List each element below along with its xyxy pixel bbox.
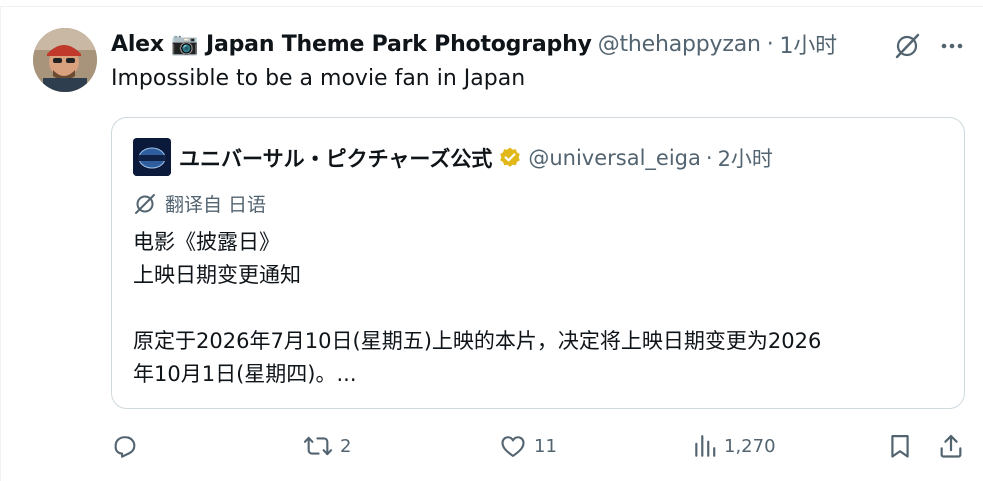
timeline-divider — [0, 6, 983, 7]
quote-line — [133, 292, 953, 325]
author-name[interactable]: Alex 📷 Japan Theme Park Photography — [111, 32, 592, 57]
tweet-text: Impossible to be a movie fan in Japan — [111, 66, 526, 91]
avatar[interactable] — [33, 28, 97, 92]
verified-badge-icon — [500, 147, 521, 167]
reply-icon — [114, 436, 136, 458]
more-icon[interactable] — [936, 30, 968, 62]
share-icon — [940, 434, 962, 458]
avatar-image — [33, 28, 97, 92]
quote-line: 年10月1日(星期四)。... — [133, 362, 357, 386]
column-border — [0, 6, 1, 481]
quoted-tweet[interactable]: ユニバーサル・ピクチャーズ公式 @universal_eiga · 2小时 翻译… — [111, 117, 965, 409]
quote-separator-dot: · — [705, 146, 713, 170]
retweet-icon — [303, 436, 333, 456]
separator-dot: · — [766, 31, 774, 57]
quote-header: ユニバーサル・ピクチャーズ公式 @universal_eiga · 2小时 — [179, 142, 773, 174]
quote-author-handle[interactable]: @universal_eiga — [528, 146, 701, 170]
like-icon — [501, 436, 525, 457]
bookmark-button[interactable] — [886, 432, 914, 460]
author-handle[interactable]: @thehappyzan — [598, 32, 761, 57]
reply-button[interactable] — [111, 432, 145, 460]
quote-line: 上映日期变更通知 — [133, 263, 301, 287]
tweet-time[interactable]: 1小时 — [780, 28, 838, 60]
share-button[interactable] — [937, 432, 965, 460]
like-count: 11 — [534, 435, 557, 457]
tweet-header: Alex 📷 Japan Theme Park Photography @the… — [111, 28, 837, 60]
retweet-button[interactable]: 2 — [302, 432, 351, 460]
quote-time[interactable]: 2小时 — [718, 143, 773, 173]
grok-icon[interactable] — [891, 30, 923, 62]
translate-icon — [135, 193, 155, 214]
views-icon — [695, 435, 716, 457]
quote-author-name[interactable]: ユニバーサル・ピクチャーズ公式 — [179, 143, 492, 173]
bookmark-icon — [891, 434, 909, 458]
views-button[interactable]: 1,270 — [692, 432, 776, 460]
like-button[interactable]: 11 — [498, 432, 557, 460]
quote-text: 电影《披露日》 上映日期变更通知 原定于2026年7月10日(星期五)上映的本片… — [133, 226, 953, 391]
quote-line: 电影《披露日》 — [133, 230, 280, 254]
translated-from-text: 翻译自 日语 — [165, 194, 267, 216]
universal-logo-icon — [133, 138, 171, 176]
quote-avatar[interactable] — [133, 138, 171, 176]
retweet-count: 2 — [340, 435, 352, 457]
views-count: 1,270 — [724, 435, 776, 457]
quote-line: 原定于2026年7月10日(星期五)上映的本片，决定将上映日期变更为2026 — [133, 329, 822, 353]
action-bar: 2 11 1,270 — [0, 424, 983, 468]
translated-from-label[interactable]: 翻译自 日语 — [133, 190, 266, 217]
